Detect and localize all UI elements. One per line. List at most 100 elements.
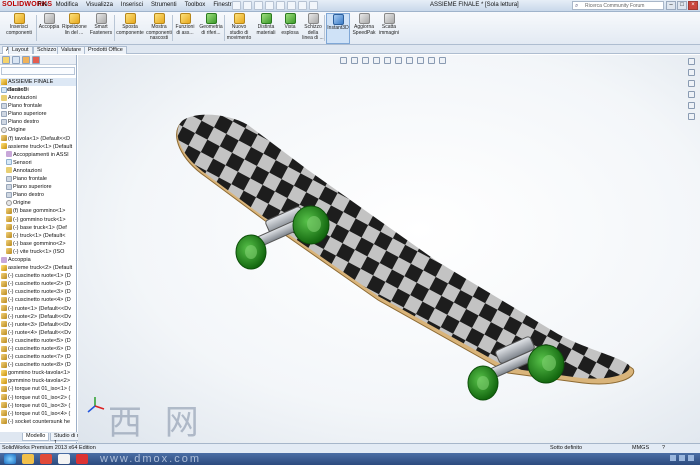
property-manager-icon[interactable] — [12, 56, 20, 64]
bom-button[interactable]: Distinta materiali — [254, 13, 278, 44]
smart-fasteners-button[interactable]: Smart Fasteners — [88, 13, 114, 44]
tree-item[interactable]: Piano destro — [0, 191, 76, 199]
tree-item[interactable]: (-) cuscinetto ruote<3> (D — [0, 288, 76, 296]
menu-item-strumenti[interactable]: Strumenti — [151, 2, 177, 8]
tree-item[interactable]: (-) base truck<1> (Def — [0, 224, 76, 232]
linear-pattern-button[interactable]: Ripetizione lin del ... — [62, 13, 87, 44]
tree-item[interactable]: (-) cuscinetto ruote<5> (D — [0, 337, 76, 345]
tree-item[interactable]: Annotazioni — [0, 167, 76, 175]
open-icon[interactable] — [243, 1, 252, 10]
print-icon[interactable] — [265, 1, 274, 10]
status-units[interactable]: MMGS — [632, 444, 649, 453]
instant3d-button[interactable]: Instant3D — [326, 13, 350, 44]
tree-item[interactable]: (-) cuscinetto ruote<4> (D — [0, 296, 76, 304]
undo-icon[interactable] — [276, 1, 285, 10]
tree-item[interactable]: (-) torque nut 01_iso<2> ( — [0, 394, 76, 402]
tree-item[interactable]: (-) ruote<3> (Default<<Dv — [0, 321, 76, 329]
insert-components-button[interactable]: Inserisci componenti — [4, 13, 34, 44]
tree-item[interactable]: Piano destro — [0, 118, 76, 126]
exploded-view-button[interactable]: Vista esplosa — [280, 13, 300, 44]
tree-item[interactable]: (f) base gommino<1> — [0, 207, 76, 215]
tree-item[interactable]: Sensori — [0, 159, 76, 167]
show-hidden-button[interactable]: Mostra componenti nascosti — [146, 13, 172, 44]
configuration-manager-icon[interactable] — [22, 56, 30, 64]
save-icon[interactable] — [254, 1, 263, 10]
tree-item-label: Accoppia — [8, 256, 31, 263]
speedpak-button[interactable]: Aggiorna SpeedPak — [352, 13, 376, 44]
volume-icon[interactable] — [679, 455, 685, 461]
chrome-icon[interactable] — [58, 454, 70, 464]
tree-item[interactable]: assieme truck<1> (Default — [0, 143, 76, 151]
tree-item[interactable]: (-) torque nut 01_iso<4> ( — [0, 410, 76, 418]
tree-item[interactable]: Sensori — [0, 86, 76, 94]
display-manager-icon[interactable] — [32, 56, 40, 64]
assembly-features-button[interactable]: Funzioni di ass... — [174, 13, 196, 44]
tree-item[interactable]: Origine — [0, 199, 76, 207]
reference-geometry-button[interactable]: Geometria di riferi... — [198, 13, 224, 44]
tree-item[interactable]: Piano superiore — [0, 183, 76, 191]
tree-item[interactable]: (-) socket countersunk he — [0, 418, 76, 426]
options-icon[interactable] — [309, 1, 318, 10]
tree-item[interactable]: Origine — [0, 126, 76, 134]
start-button-icon[interactable] — [4, 454, 16, 464]
search-input[interactable]: ⌕ Ricerca Community Forum — [572, 1, 664, 10]
menu-item-toolbox[interactable]: Toolbox — [185, 2, 206, 8]
explode-line-button[interactable]: Schizzo della linea di ... — [302, 13, 324, 44]
tree-item[interactable]: (-) cuscinetto ruote<2> (D — [0, 280, 76, 288]
tree-item[interactable]: (-) cuscinetto ruote<1> (D — [0, 272, 76, 280]
tree-item[interactable]: (-) cuscinetto ruote<6> (D — [0, 345, 76, 353]
tree-item[interactable]: gommino truck-tavola<1> — [0, 369, 76, 377]
tree-item-label: Origine — [13, 200, 31, 207]
tree-filter-field[interactable] — [1, 67, 75, 75]
select-icon[interactable] — [287, 1, 296, 10]
menu-item-file[interactable]: File — [38, 2, 48, 8]
close-button[interactable]: × — [688, 1, 698, 10]
menu-item-visualizza[interactable]: Visualizza — [86, 2, 113, 8]
menu-item-modifica[interactable]: Modifica — [56, 2, 78, 8]
tree-item[interactable]: (-) truck<1> (Default< — [0, 232, 76, 240]
help-icon[interactable]: ? — [662, 444, 665, 453]
tab-layout[interactable]: Layout — [8, 46, 33, 54]
app-taskbar-icon[interactable] — [76, 454, 88, 464]
tree-item[interactable]: (f) tavola<1> (Default<<D — [0, 135, 76, 143]
solidworks-taskbar-icon[interactable] — [40, 454, 52, 464]
tree-item[interactable]: (-) torque nut 01_iso<1> ( — [0, 385, 76, 393]
minimize-button[interactable]: – — [666, 1, 676, 10]
tree-item[interactable]: (-) torque nut 01_iso<3> ( — [0, 402, 76, 410]
mate-button[interactable]: Accoppia — [38, 13, 60, 44]
motion-study-button[interactable]: Nuovo studio di movimento — [226, 13, 252, 44]
tree-item[interactable]: (-) cuscinetto ruote<8> (D — [0, 361, 76, 369]
tree-item[interactable]: (-) cuscinetto ruote<7> (D — [0, 353, 76, 361]
tab-model[interactable]: Modello — [22, 433, 50, 441]
network-icon[interactable] — [670, 455, 676, 461]
skateboard-model[interactable] — [78, 55, 700, 443]
tab-valutare[interactable]: Valutare — [57, 46, 86, 54]
tree-item[interactable]: (-) ruote<2> (Default<<Dv — [0, 313, 76, 321]
tree-item[interactable]: gommino truck-tavola<2> — [0, 377, 76, 385]
explorer-icon[interactable] — [22, 454, 34, 464]
menu-item-inserisci[interactable]: Inserisci — [121, 2, 143, 8]
tree-item[interactable]: (-) ruote<1> (Default<<Dv — [0, 305, 76, 313]
move-component-button[interactable]: Sposta componente — [116, 13, 144, 44]
tree-item[interactable]: (-) vite truck<1> (ISO — [0, 248, 76, 256]
tree-root-assembly[interactable]: ASSIEME FINALE (Default<Di — [0, 78, 76, 93]
tree-item[interactable]: Piano superiore — [0, 110, 76, 118]
tree-item[interactable]: Accoppiamenti in ASSI — [0, 151, 76, 159]
tree-item[interactable]: Piano frontale — [0, 102, 76, 110]
tree-item[interactable]: (-) gommino truck<1> — [0, 216, 76, 224]
graphics-area[interactable]: 西 网 — [78, 55, 700, 443]
new-document-icon[interactable] — [232, 1, 241, 10]
tree-item[interactable]: Annotazioni — [0, 94, 76, 102]
tree-item[interactable]: Piano frontale — [0, 175, 76, 183]
tree-item[interactable]: (-) ruote<4> (Default<<Dv — [0, 329, 76, 337]
tree-item[interactable]: assieme truck<2> (Default — [0, 264, 76, 272]
tray-icon[interactable] — [688, 455, 694, 461]
snapshot-button[interactable]: Scatta immagini — [378, 13, 400, 44]
tree-item[interactable]: Accoppia — [0, 256, 76, 264]
maximize-button[interactable]: □ — [677, 1, 687, 10]
feature-manager-icon[interactable] — [2, 56, 10, 64]
tab-prodotti-office[interactable]: Prodotti Office — [84, 46, 127, 54]
tree-item-label: (f) base gommino<1> — [13, 208, 66, 215]
tree-item[interactable]: (-) base gommino<2> — [0, 240, 76, 248]
rebuild-icon[interactable] — [298, 1, 307, 10]
